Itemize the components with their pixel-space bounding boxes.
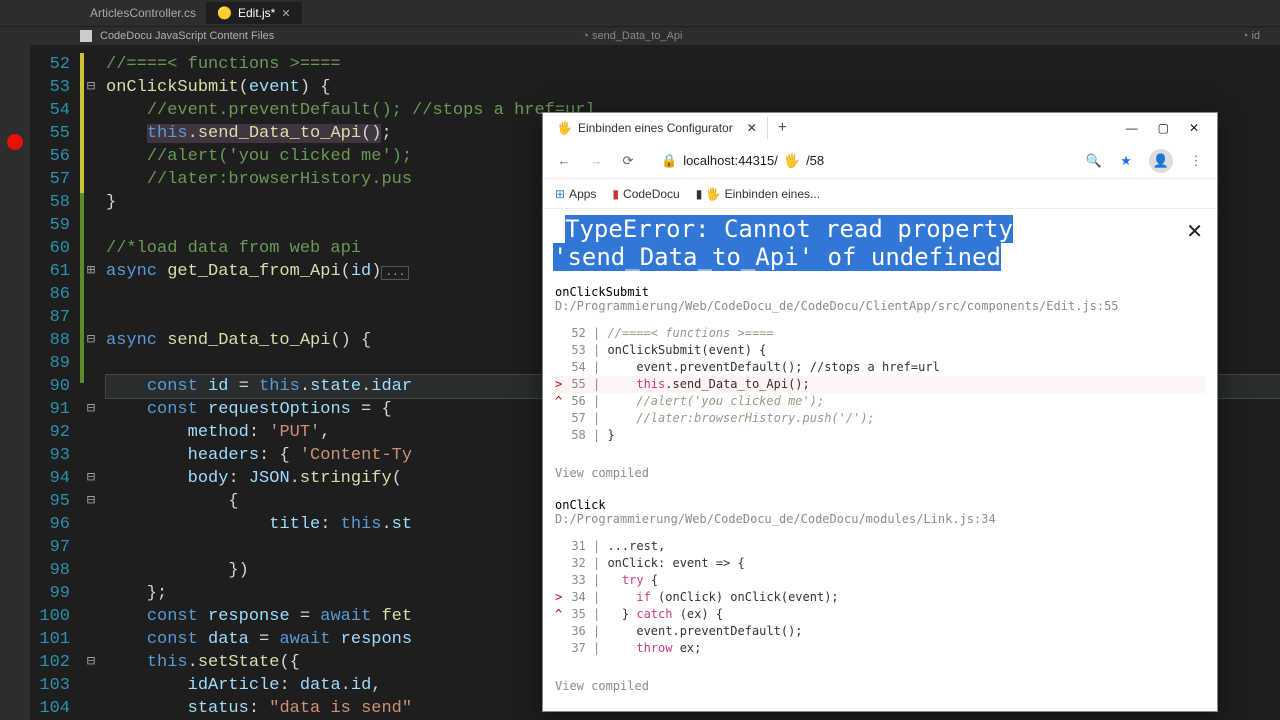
tab-articlescontroller[interactable]: ArticlesController.cs xyxy=(80,2,207,24)
browser-toolbar: ← → ⟳ 🔒 localhost:44315/🖐️/58 🔍 ★ 👤 ⋮ xyxy=(543,143,1217,179)
minimize-button[interactable]: — xyxy=(1126,121,1138,135)
browser-viewport[interactable]: ✕ TypeError: Cannot read property 'send_… xyxy=(543,209,1217,711)
profile-icon[interactable]: 👤 xyxy=(1149,149,1173,173)
view-compiled-link[interactable]: View compiled xyxy=(543,671,1217,701)
tab-close-icon[interactable]: ✕ xyxy=(281,7,290,20)
apps-button[interactable]: ⊞ Apps xyxy=(555,187,596,201)
browser-tab-title: Einbinden eines Configurator xyxy=(578,121,733,135)
menu-icon[interactable]: ⋮ xyxy=(1187,153,1205,169)
breakpoint-icon[interactable] xyxy=(7,134,23,150)
stack-source-path: D:/Programmierung/Web/CodeDocu_de/CodeDo… xyxy=(555,512,1205,526)
zoom-icon[interactable]: 🔍 xyxy=(1085,153,1103,169)
bookmark-codedocu[interactable]: ▮ CodeDocu xyxy=(612,187,679,201)
scope-dropdown[interactable]: CodeDocu JavaScript Content Files xyxy=(100,30,274,42)
back-button[interactable]: ← xyxy=(555,153,573,168)
bookmark-einbinden[interactable]: ▮ 🖐️ Einbinden eines... xyxy=(696,187,820,201)
line-number-gutter: 5253545556575859606186878889909192939495… xyxy=(30,45,80,720)
stack-function-name: onClick xyxy=(555,498,1205,512)
code-frame: 31 | ...rest, 32 | onClick: event => { 3… xyxy=(555,532,1205,663)
new-tab-button[interactable]: + xyxy=(768,115,797,141)
browser-tab[interactable]: 🖐️ Einbinden eines Configurator ✕ xyxy=(547,117,768,139)
tab-label: ArticlesController.cs xyxy=(90,6,196,20)
forward-button[interactable]: → xyxy=(587,153,605,168)
change-indicator-gutter xyxy=(80,45,84,720)
address-bar[interactable]: 🔒 localhost:44315/🖐️/58 xyxy=(651,149,1071,173)
fold-gutter[interactable]: ⊟⊞⊟⊟⊟⊟⊟ xyxy=(84,45,98,720)
stack-frame: onClickSubmit D:/Programmierung/Web/Code… xyxy=(543,285,1217,458)
tab-label: Edit.js* xyxy=(238,6,275,20)
dismiss-error-button[interactable]: ✕ xyxy=(1186,219,1203,244)
stack-source-path: D:/Programmierung/Web/CodeDocu_de/CodeDo… xyxy=(555,299,1205,313)
stack-frame: onClick D:/Programmierung/Web/CodeDocu_d… xyxy=(543,498,1217,671)
reload-button[interactable]: ⟳ xyxy=(619,153,637,169)
lock-icon: 🔒 xyxy=(661,153,677,169)
breakpoint-gutter[interactable] xyxy=(0,45,30,720)
close-button[interactable]: ✕ xyxy=(1189,121,1199,135)
file-dirty-icon: 🟡 xyxy=(217,6,232,20)
stack-function-name: onClickSubmit xyxy=(555,285,1205,299)
folder-icon xyxy=(80,30,92,42)
view-compiled-link[interactable]: View compiled xyxy=(543,458,1217,488)
maximize-button[interactable]: ▢ xyxy=(1158,121,1169,135)
navigation-dropdowns: CodeDocu JavaScript Content Files ◔ send… xyxy=(0,26,1280,45)
browser-titlebar[interactable]: 🖐️ Einbinden eines Configurator ✕ + — ▢ … xyxy=(543,113,1217,143)
member-dropdown[interactable]: ◔ send_Data_to_Api xyxy=(582,30,682,42)
star-icon[interactable]: ★ xyxy=(1117,153,1135,169)
field-dropdown[interactable]: ◔ id xyxy=(1242,30,1260,42)
bookmarks-bar: ⊞ Apps ▮ CodeDocu ▮ 🖐️ Einbinden eines..… xyxy=(543,179,1217,209)
editor-tabs: ArticlesController.cs 🟡 Edit.js* ✕ xyxy=(0,0,1280,26)
favicon-icon: 🖐️ xyxy=(557,121,572,135)
code-frame: 52 | //====< functions >==== 53 | onClic… xyxy=(555,319,1205,450)
tab-editjs[interactable]: 🟡 Edit.js* ✕ xyxy=(207,2,302,24)
browser-window: 🖐️ Einbinden eines Configurator ✕ + — ▢ … xyxy=(542,112,1218,712)
error-title: TypeError: Cannot read property 'send_Da… xyxy=(553,215,1013,271)
close-icon[interactable]: ✕ xyxy=(747,121,757,135)
